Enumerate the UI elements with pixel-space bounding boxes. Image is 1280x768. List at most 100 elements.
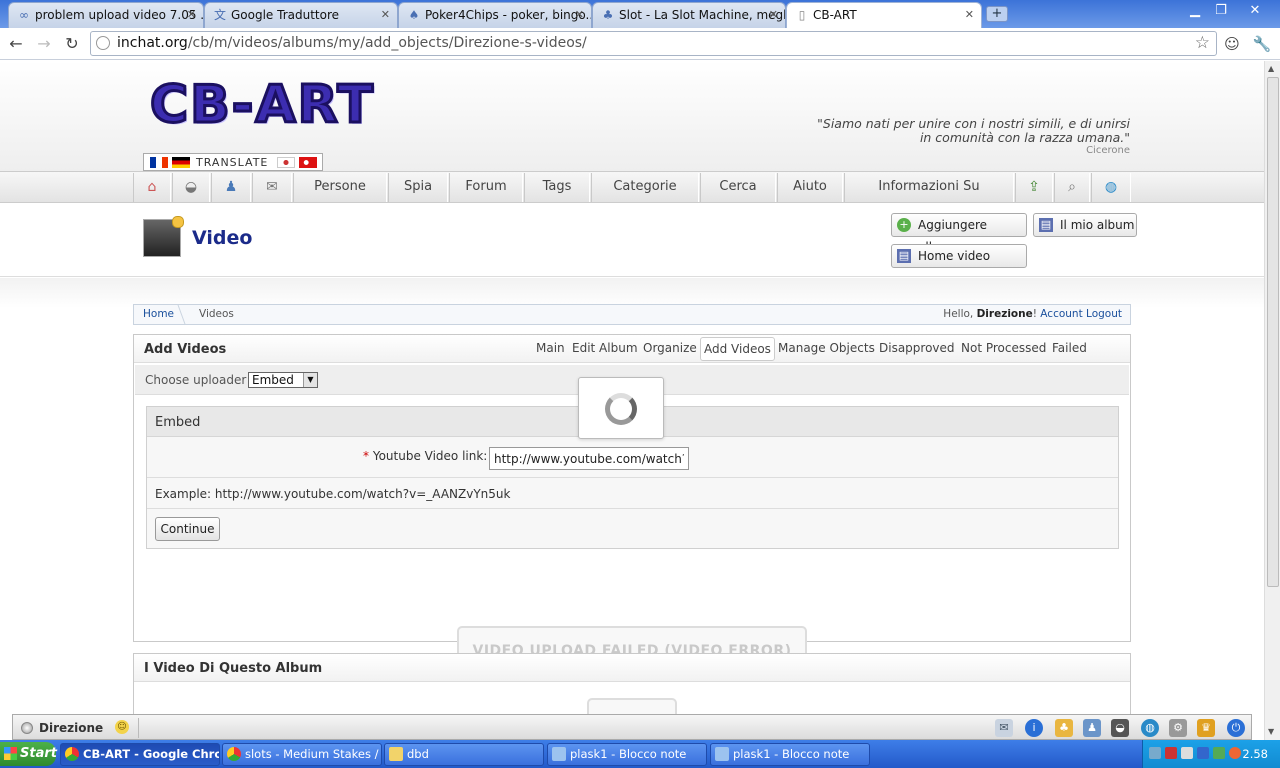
tab-edit-album[interactable]: Edit Album	[572, 341, 638, 355]
nav-aiuto[interactable]: Aiuto	[777, 173, 843, 202]
dropdown-arrow-icon[interactable]: ▼	[303, 373, 317, 387]
account-link[interactable]: Account	[1040, 308, 1082, 320]
flag-korea-icon[interactable]	[277, 157, 295, 168]
network-icon[interactable]	[1149, 747, 1161, 759]
browser-tab[interactable]: ∞ problem upload video 7.05 ... ✕	[8, 2, 204, 28]
close-window-icon[interactable]: ✕	[1244, 2, 1266, 20]
nav-tags[interactable]: Tags	[524, 173, 590, 202]
tab-disapproved[interactable]: Disapproved	[879, 341, 955, 355]
friends-icon[interactable]: ♣	[1055, 719, 1073, 737]
extension-icon[interactable]: ☺	[1222, 34, 1242, 54]
close-tab-icon[interactable]: ✕	[187, 3, 196, 27]
taskbar-item[interactable]: plask1 - Blocco note	[710, 743, 870, 766]
browser-tab[interactable]: ♠ Poker4Chips - poker, bingo... ✕	[398, 2, 592, 28]
tab-failed[interactable]: Failed	[1052, 341, 1087, 355]
bookmark-star-icon[interactable]: ☆	[1195, 33, 1210, 53]
add-album-button[interactable]: + Aggiungere album	[891, 213, 1027, 254]
address-bar[interactable]: inchat.org/cb/m/videos/albums/my/add_obj…	[90, 31, 1217, 56]
app-tray-icon[interactable]	[1229, 747, 1241, 759]
tab-not-processed[interactable]: Not Processed	[961, 341, 1046, 355]
info-icon[interactable]: i	[1025, 719, 1043, 737]
close-tab-icon[interactable]: ✕	[769, 3, 778, 27]
plus-circle-icon: +	[897, 218, 911, 232]
app-tray-icon[interactable]	[1213, 747, 1225, 759]
browser-tab[interactable]: ♣ Slot - La Slot Machine, megl... ✕	[592, 2, 786, 28]
taskbar-item[interactable]: slots - Medium Stakes / 2...	[222, 743, 382, 766]
logout-link[interactable]: Logout	[1086, 308, 1122, 320]
page-scrollbar[interactable]: ▲ ▼	[1264, 61, 1280, 740]
nav-spia[interactable]: Spia	[388, 173, 448, 202]
flag-germany-icon[interactable]	[172, 157, 190, 168]
nav-categorie[interactable]: Categorie	[591, 173, 699, 202]
site-logo[interactable]: CB-ART	[149, 74, 375, 137]
gear-icon[interactable]: ⚙	[1169, 719, 1187, 737]
flag-turkey-icon[interactable]	[299, 157, 317, 168]
profile-icon[interactable]: ♟	[211, 173, 251, 202]
my-album-button[interactable]: ▤ Il mio album	[1033, 213, 1137, 237]
profile-icon[interactable]: ♟	[1083, 719, 1101, 737]
smiley-icon[interactable]: ☺	[115, 720, 129, 734]
antivirus-icon[interactable]	[1165, 747, 1177, 759]
tab-add-videos[interactable]: Add Videos	[700, 337, 775, 361]
page-info-icon[interactable]	[96, 36, 110, 50]
browser-tab-active[interactable]: ▯ CB-ART ✕	[786, 2, 982, 29]
nav-persone[interactable]: Persone	[293, 173, 387, 202]
app-tray-icon[interactable]	[1197, 747, 1209, 759]
youtube-link-input[interactable]	[489, 447, 689, 470]
tab-organize[interactable]: Organize	[643, 341, 697, 355]
power-icon[interactable]: ⏻	[1227, 719, 1245, 737]
restore-icon[interactable]: ❐	[1210, 2, 1232, 20]
taskbar-item[interactable]: dbd	[384, 743, 544, 766]
close-tab-icon[interactable]: ✕	[381, 3, 390, 27]
nav-forum[interactable]: Forum	[449, 173, 523, 202]
translate-label[interactable]: TRANSLATE	[196, 156, 268, 169]
globe-icon[interactable]: ◍	[1141, 719, 1159, 737]
messages-icon[interactable]: ✉	[995, 719, 1013, 737]
flag-france-icon[interactable]	[150, 157, 168, 168]
forward-icon[interactable]: →	[34, 34, 54, 54]
upload-icon[interactable]: ⇪	[1015, 173, 1053, 202]
reload-icon[interactable]: ↻	[62, 34, 82, 54]
new-tab-button[interactable]: +	[986, 6, 1008, 22]
breadcrumb-videos[interactable]: Videos	[199, 308, 234, 320]
browser-tab-strip: ∞ problem upload video 7.05 ... ✕ 文 Goog…	[0, 0, 1280, 29]
scrollbar-thumb[interactable]	[1267, 77, 1279, 587]
close-tab-icon[interactable]: ✕	[965, 3, 974, 27]
volume-icon[interactable]	[1181, 747, 1193, 759]
home-icon[interactable]: ⌂	[133, 173, 171, 202]
globe-icon[interactable]: ◍	[1091, 173, 1131, 202]
crown-icon[interactable]: ♛	[1197, 719, 1215, 737]
start-label: Start	[20, 746, 57, 761]
tab-title: Slot - La Slot Machine, megl...	[619, 8, 786, 22]
messages-icon[interactable]: ✉	[252, 173, 292, 202]
slot-icon: ♣	[602, 8, 614, 22]
translate-widget[interactable]: TRANSLATE	[143, 153, 323, 171]
required-marker: *	[363, 449, 369, 463]
home-video-button[interactable]: ▤ Home video	[891, 244, 1027, 268]
nav-informazioni-su[interactable]: Informazioni Su	[844, 173, 1014, 202]
taskbar-item[interactable]: CB-ART - Google Chro...	[60, 743, 220, 766]
start-button[interactable]: Start	[0, 742, 57, 766]
task-label: plask1 - Blocco note	[733, 747, 850, 761]
taskbar-item[interactable]: plask1 - Blocco note	[547, 743, 707, 766]
continue-button[interactable]: Continue	[155, 517, 220, 541]
close-tab-icon[interactable]: ✕	[575, 3, 584, 27]
minimize-icon[interactable]: ▁	[1184, 2, 1206, 20]
url-text[interactable]: inchat.org/cb/m/videos/albums/my/add_obj…	[117, 35, 587, 51]
task-label: CB-ART - Google Chro...	[83, 747, 219, 761]
wrench-icon[interactable]: 🔧	[1252, 34, 1272, 54]
spy-icon[interactable]: ◒	[1111, 719, 1129, 737]
search-icon[interactable]: ⌕	[1054, 173, 1090, 202]
scroll-down-icon[interactable]: ▼	[1268, 727, 1274, 736]
tab-manage-objects[interactable]: Manage Objects	[778, 341, 875, 355]
header-quote: "Siamo nati per unire con i nostri simil…	[780, 117, 1130, 145]
scroll-up-icon[interactable]: ▲	[1268, 64, 1274, 73]
tab-main[interactable]: Main	[536, 341, 565, 355]
spy-icon[interactable]: ◒	[172, 173, 210, 202]
browser-tab[interactable]: 文 Google Traduttore ✕	[204, 2, 398, 28]
back-icon[interactable]: ←	[6, 34, 26, 54]
avatar[interactable]	[143, 216, 184, 257]
panel-title: I Video Di Questo Album	[144, 661, 323, 676]
nav-cerca[interactable]: Cerca	[700, 173, 776, 202]
uploader-select[interactable]: Embed ▼	[248, 372, 318, 388]
